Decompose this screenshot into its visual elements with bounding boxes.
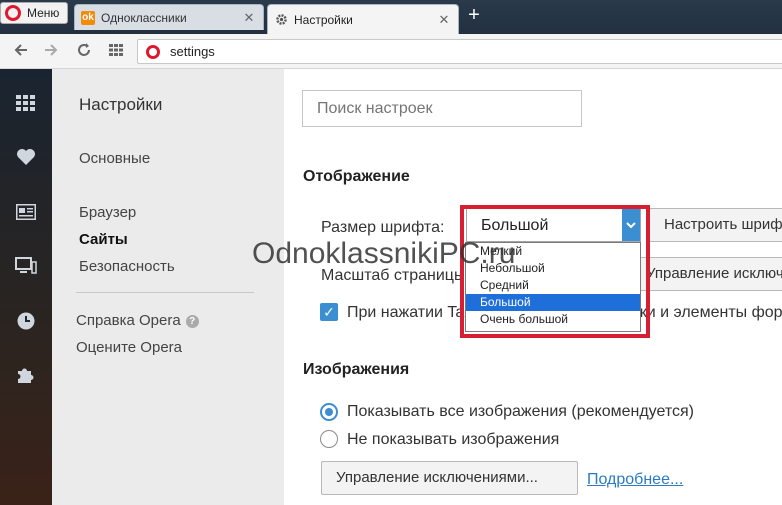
speed-dial-icon[interactable] (14, 91, 38, 115)
tab-title: Настройки (294, 12, 353, 27)
tab-cycle-checkbox[interactable]: ✓ (320, 303, 338, 321)
address-toolbar: settings (0, 34, 782, 69)
forward-arrow-icon[interactable] (42, 42, 60, 60)
hide-images-label: Не показывать изображения (347, 431, 560, 448)
show-images-radio[interactable] (320, 403, 338, 421)
synced-tabs-icon[interactable] (14, 254, 38, 278)
nav-item-basic[interactable]: Основные (79, 150, 150, 167)
tab-odnoklassniki[interactable]: ok Одноклассники ✕ (74, 4, 264, 30)
nav-item-security[interactable]: Безопасность (79, 258, 175, 275)
nav-divider (76, 292, 254, 293)
nav-item-browser[interactable]: Браузер (79, 204, 136, 221)
tab-settings[interactable]: Настройки ✕ (267, 4, 459, 34)
settings-title: Настройки (79, 95, 163, 114)
history-clock-icon[interactable] (14, 309, 38, 333)
learn-more-link[interactable]: Подробнее... (587, 471, 683, 489)
opera-logo-icon (5, 5, 21, 21)
gear-icon (274, 13, 288, 27)
font-size-label: Размер шрифта: (321, 219, 445, 236)
heart-icon[interactable] (14, 145, 38, 169)
address-url: settings (170, 44, 215, 59)
settings-nav: Настройки Основные Браузер Сайты Безопас… (52, 69, 284, 505)
close-icon[interactable]: ✕ (241, 10, 257, 26)
customize-fonts-button[interactable]: Настроить шрифты... (649, 208, 782, 242)
show-images-label: Показывать все изображения (рекомендуетс… (347, 403, 694, 420)
window-controls (592, 0, 782, 28)
watermark-text: OdnoklassnikiPC.ru (252, 237, 516, 270)
close-icon[interactable]: ✕ (436, 12, 452, 28)
back-arrow-icon[interactable] (12, 42, 30, 60)
odnoklassniki-icon: ok (81, 10, 95, 25)
images-exceptions-button[interactable]: Управление исключениями... (321, 461, 578, 495)
menu-label: Меню (27, 6, 60, 20)
opera-sidebar (0, 69, 52, 505)
speed-dial-grid-icon[interactable] (107, 42, 125, 60)
reload-icon[interactable] (75, 42, 93, 60)
help-link-label: Справка Opera (76, 312, 181, 329)
tab-title: Одноклассники (101, 10, 187, 25)
nav-item-sites[interactable]: Сайты (79, 231, 128, 248)
opera-logo-icon (146, 44, 160, 59)
highlight-frame (460, 205, 650, 338)
new-tab-button[interactable]: + (464, 5, 484, 25)
settings-search-input[interactable] (302, 90, 582, 127)
address-bar[interactable]: settings (137, 39, 782, 64)
images-section-title: Изображения (303, 361, 410, 378)
zoom-exceptions-button[interactable]: Управление исключениями... (630, 257, 782, 291)
news-icon[interactable] (14, 200, 38, 224)
extensions-puzzle-icon[interactable] (14, 363, 38, 387)
rate-opera-link[interactable]: Оцените Opera (76, 339, 182, 356)
display-section-title: Отображение (303, 168, 410, 185)
help-link[interactable]: Справка Opera? (76, 312, 199, 329)
opera-menu-button[interactable]: Меню (0, 2, 68, 24)
tab-strip: Меню ok Одноклассники ✕ Настройки ✕ + (0, 0, 782, 34)
question-icon: ? (185, 315, 199, 328)
hide-images-radio[interactable] (320, 430, 338, 448)
